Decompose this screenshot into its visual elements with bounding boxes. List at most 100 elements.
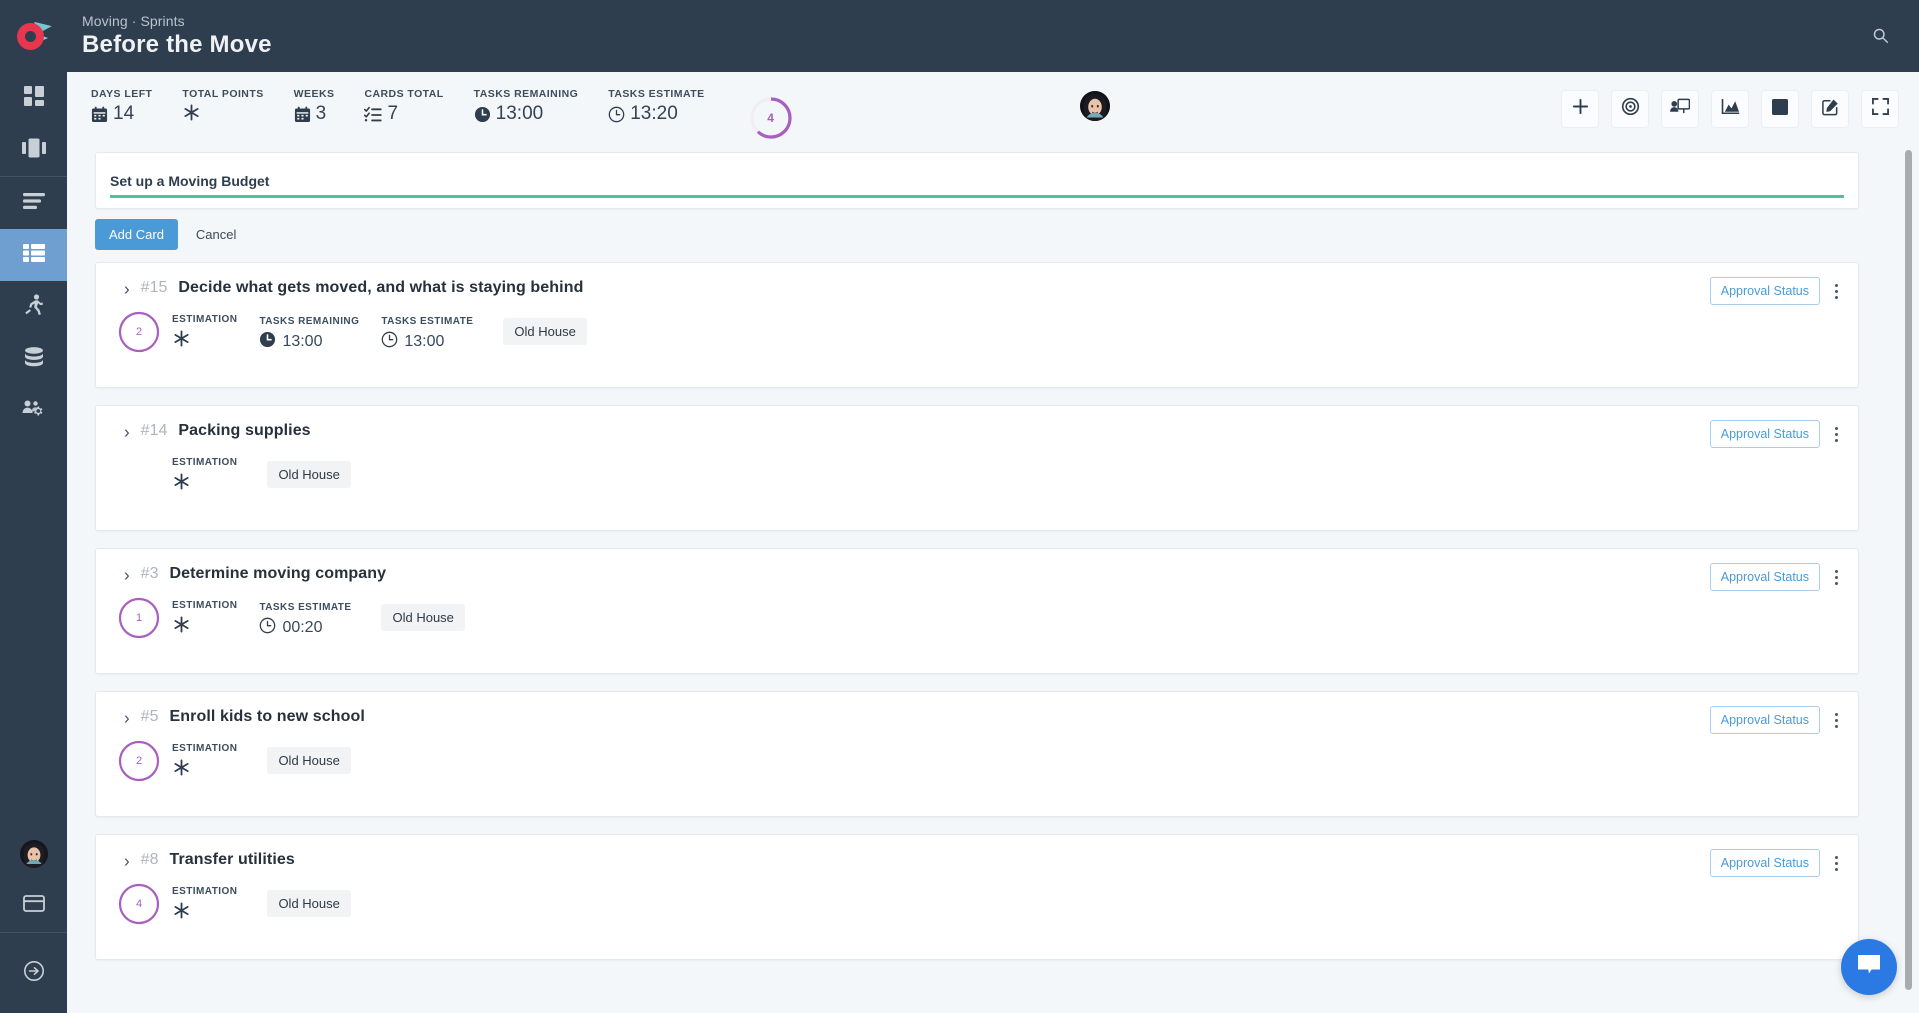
sidebar-item-dashboard[interactable] (0, 72, 67, 124)
add-card-button[interactable]: Add Card (95, 219, 178, 250)
stat-weeks: WEEKS 3 (294, 88, 335, 125)
card-menu-kebab-icon[interactable] (1826, 279, 1846, 303)
meta-value-row (172, 901, 237, 925)
clock-filled-icon (259, 331, 276, 353)
edit-button[interactable] (1811, 90, 1849, 128)
meta-label: ESTIMATION (172, 886, 238, 897)
table-row[interactable]: › #8 Transfer utilities 4 ESTIMATION Old Hous… (95, 834, 1859, 960)
card-title[interactable]: Decide what gets moved, and what is stay… (178, 279, 583, 297)
chevron-right-icon[interactable]: › (124, 279, 130, 297)
present-button[interactable] (1661, 90, 1699, 128)
cancel-button[interactable]: Cancel (182, 219, 250, 250)
top-header-bar: Moving · Sprints Before the Move (0, 0, 1919, 72)
vertical-scrollbar[interactable] (1903, 150, 1913, 1005)
card-meta-tasks-estimate: TASKS ESTIMATE 13:00 (381, 316, 473, 353)
card-menu-kebab-icon[interactable] (1826, 422, 1846, 446)
fullscreen-button[interactable] (1861, 90, 1899, 128)
card-meta-estimation: ESTIMATION (172, 600, 237, 639)
table-row[interactable]: › #3 Determine moving company 1 ESTIMATION TA… (95, 548, 1859, 674)
asterisk-icon (182, 103, 201, 122)
search-icon[interactable] (1863, 18, 1897, 52)
stat-cards-total: CARDS TOTAL 7 (364, 88, 443, 125)
table-row[interactable]: › #5 Enroll kids to new school 2 ESTIMATION O… (95, 691, 1859, 817)
card-meta-estimation: ESTIMATION (172, 457, 237, 496)
stat-value: 3 (315, 103, 327, 124)
approval-status-button[interactable]: Approval Status (1709, 563, 1820, 591)
dashboard-grid-icon (23, 85, 45, 112)
asterisk-icon (172, 758, 191, 782)
calendar-icon (294, 106, 311, 123)
chevron-right-icon[interactable]: › (124, 565, 130, 583)
meta-value-row (172, 472, 237, 496)
sidebar-item-team-settings[interactable] (0, 385, 67, 437)
card-title[interactable]: Packing supplies (178, 422, 310, 440)
approval-status-button[interactable]: Approval Status (1709, 706, 1820, 734)
add-card-actions: Add Card Cancel (95, 219, 1859, 250)
stat-value: 7 (387, 103, 399, 124)
asterisk-icon (172, 901, 191, 925)
fullscreen-icon (1871, 98, 1889, 120)
approval-status-button[interactable]: Approval Status (1709, 849, 1820, 877)
chat-bubble-button[interactable] (1841, 939, 1897, 995)
progress-ring-value: 4 (767, 111, 774, 125)
chevron-right-icon[interactable]: › (124, 422, 130, 440)
card-tag[interactable]: Old House (381, 604, 465, 631)
arrow-circle-right-icon (23, 960, 45, 987)
estimation-points: 4 (135, 898, 143, 910)
report-button[interactable] (1711, 90, 1749, 128)
card-number: #15 (140, 279, 168, 296)
card-menu-kebab-icon[interactable] (1826, 565, 1846, 589)
card-tag[interactable]: Old House (267, 747, 351, 774)
sidebar-item-logout[interactable] (0, 947, 67, 999)
sidebar-item-list[interactable] (0, 177, 67, 229)
goal-button[interactable] (1611, 90, 1649, 128)
sidebar-divider-bottom (0, 932, 67, 933)
stat-label: WEEKS (293, 88, 335, 100)
card-menu-kebab-icon[interactable] (1826, 708, 1846, 732)
card-header: › #3 Determine moving company (110, 565, 1844, 583)
card-title[interactable]: Enroll kids to new school (169, 708, 364, 726)
sprint-stats-bar: DAYS LEFT 14 TOTAL POINTS WEEKS 3 CARDS … (67, 72, 1919, 144)
sidebar-item-billing[interactable] (0, 880, 67, 932)
card-title[interactable]: Determine moving company (169, 565, 386, 583)
cards-scroll-region[interactable]: Add Card Cancel › #15 Decide what gets mov… (67, 144, 1919, 1013)
meta-value: 00:20 (282, 619, 323, 636)
sidebar-item-table[interactable] (0, 229, 67, 281)
card-tag[interactable]: Old House (267, 890, 351, 917)
assignee-avatar[interactable] (1080, 91, 1110, 121)
card-menu-kebab-icon[interactable] (1826, 851, 1846, 875)
sidebar-avatar[interactable] (0, 828, 67, 880)
board-toolbar (1561, 90, 1899, 128)
add-card-input[interactable] (110, 173, 1844, 198)
add-button[interactable] (1561, 90, 1599, 128)
chevron-right-icon[interactable]: › (124, 851, 130, 869)
presentation-user-icon (1670, 98, 1691, 120)
approval-status-button[interactable]: Approval Status (1709, 277, 1820, 305)
card-meta-estimation: ESTIMATION (172, 743, 237, 782)
approval-status-button[interactable]: Approval Status (1709, 420, 1820, 448)
meta-value-row: 00:20 (259, 617, 351, 639)
card-tag[interactable]: Old House (267, 461, 351, 488)
clock-outline-icon (381, 331, 398, 353)
runner-sprint-icon (24, 293, 44, 321)
sidebar-item-data[interactable] (0, 333, 67, 385)
card-tag[interactable]: Old House (503, 318, 587, 345)
app-logo[interactable] (0, 0, 67, 72)
sidebar-item-sprints[interactable] (0, 281, 67, 333)
meta-label: ESTIMATION (172, 600, 238, 611)
chevron-right-icon[interactable]: › (124, 708, 130, 726)
scrollbar-thumb[interactable] (1905, 150, 1912, 990)
table-row[interactable]: › #14 Packing supplies ESTIMATION Old House A… (95, 405, 1859, 531)
asterisk-icon (172, 329, 191, 353)
stat-tasks-remaining: TASKS REMAINING 13:00 (474, 88, 579, 125)
card-meta-row: 4 ESTIMATION Old House (110, 883, 1844, 925)
meta-value-row: 13:00 (381, 331, 473, 353)
stop-button[interactable] (1761, 90, 1799, 128)
sidebar-item-board[interactable] (0, 124, 67, 176)
avatar (19, 840, 48, 868)
estimation-ring: 4 (118, 883, 160, 925)
estimation-points: 1 (135, 612, 143, 624)
breadcrumb[interactable]: Moving · Sprints (82, 13, 272, 29)
card-title[interactable]: Transfer utilities (169, 851, 294, 869)
table-row[interactable]: › #15 Decide what gets moved, and what is … (95, 262, 1859, 388)
